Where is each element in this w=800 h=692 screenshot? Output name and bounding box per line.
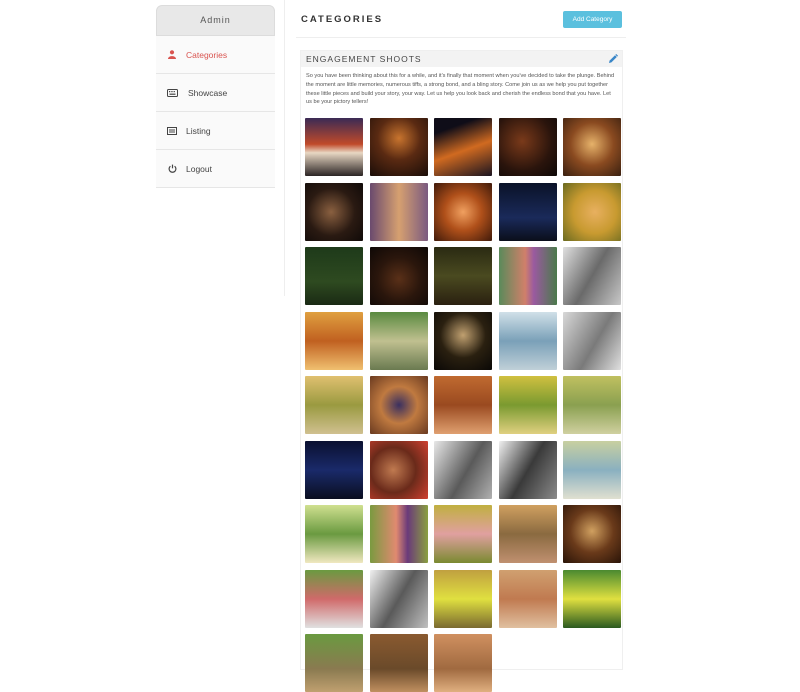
sidebar-header: Admin (156, 5, 275, 36)
photo-thumbnail[interactable] (434, 440, 492, 499)
photo-thumbnail[interactable] (369, 247, 428, 305)
user-icon (166, 50, 178, 59)
photo-thumbnail[interactable] (305, 440, 363, 499)
photo-thumbnail[interactable] (434, 505, 492, 563)
content-divider (284, 0, 285, 296)
photo-thumbnail[interactable] (305, 569, 363, 628)
sidebar-item-label: Listing (186, 125, 211, 136)
photo-thumbnail[interactable] (369, 311, 428, 370)
photo-thumbnail[interactable] (434, 311, 492, 370)
photo-thumbnail[interactable] (305, 247, 363, 305)
page-title: CATEGORIES (301, 14, 384, 25)
photo-thumbnail[interactable] (434, 376, 492, 434)
photo-thumbnail[interactable] (498, 182, 557, 241)
header-divider (296, 37, 626, 38)
photo-thumbnail[interactable] (498, 440, 557, 499)
photo-thumbnail[interactable] (369, 182, 428, 241)
category-panel: ENGAGEMENT SHOOTS So you have been think… (300, 50, 623, 692)
photo-thumbnail[interactable] (369, 376, 428, 434)
photo-thumbnail[interactable] (563, 569, 621, 628)
photo-thumbnail[interactable] (369, 634, 428, 692)
photo-thumbnail[interactable] (498, 247, 557, 305)
sidebar-item-label: Categories (186, 49, 228, 60)
sidebar-item-label: Showcase (188, 87, 228, 98)
photo-thumbnail[interactable] (369, 118, 428, 176)
photo-thumbnail[interactable] (563, 311, 621, 370)
photo-thumbnail[interactable] (563, 118, 621, 176)
list-icon (166, 126, 178, 135)
photo-thumbnail[interactable] (305, 505, 363, 563)
photo-thumbnail[interactable] (434, 569, 492, 628)
photo-thumbnail[interactable] (498, 569, 557, 628)
category-title: ENGAGEMENT SHOOTS (306, 54, 422, 64)
photo-thumbnail[interactable] (305, 311, 363, 370)
sidebar: Admin Categories Showcase Listing Logout (156, 5, 275, 188)
photo-thumbnail[interactable] (305, 376, 363, 434)
photo-grid (305, 118, 621, 692)
photo-thumbnail[interactable] (498, 311, 557, 370)
sidebar-item-logout[interactable]: Logout (156, 150, 275, 188)
power-icon (166, 164, 178, 173)
photo-thumbnail[interactable] (369, 569, 428, 628)
photo-thumbnail[interactable] (434, 247, 492, 305)
photo-thumbnail[interactable] (434, 634, 492, 692)
photo-thumbnail[interactable] (498, 376, 557, 434)
photo-thumbnail[interactable] (434, 118, 492, 176)
sidebar-item-label: Logout (186, 163, 212, 174)
sidebar-item-listing[interactable]: Listing (156, 112, 275, 150)
photo-thumbnail[interactable] (563, 247, 621, 305)
category-panel-header: ENGAGEMENT SHOOTS (301, 51, 622, 67)
photo-thumbnail[interactable] (434, 182, 492, 241)
add-category-button[interactable]: Add Category (563, 11, 622, 28)
photo-thumbnail[interactable] (305, 118, 363, 176)
sidebar-item-categories[interactable]: Categories (156, 36, 275, 74)
photo-thumbnail[interactable] (305, 182, 363, 241)
pencil-icon[interactable] (608, 54, 618, 64)
sidebar-item-showcase[interactable]: Showcase (156, 74, 275, 112)
photo-thumbnail[interactable] (563, 376, 621, 434)
photo-thumbnail[interactable] (498, 505, 557, 563)
keyboard-icon (166, 88, 178, 97)
photo-thumbnail[interactable] (563, 182, 621, 241)
photo-thumbnail[interactable] (563, 505, 621, 563)
photo-thumbnail[interactable] (563, 440, 621, 499)
photo-thumbnail[interactable] (369, 505, 428, 563)
photo-thumbnail[interactable] (498, 118, 557, 176)
photo-thumbnail[interactable] (369, 440, 428, 499)
photo-thumbnail[interactable] (305, 634, 363, 692)
